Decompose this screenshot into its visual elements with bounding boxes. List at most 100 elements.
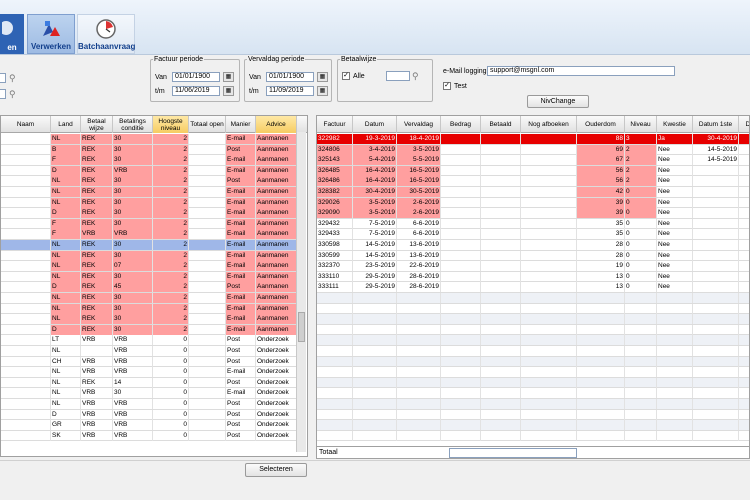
col-datum-1ste[interactable]: Datum 1ste [693, 116, 739, 133]
col-totaal-open[interactable]: Totaal open [189, 116, 226, 133]
debtor-row[interactable]: B REK 30 2 Post Aanmanen [1, 144, 297, 156]
col-dat[interactable]: Dat [739, 116, 749, 133]
test-checkbox[interactable]: ✓ [443, 82, 451, 90]
cell-blank [521, 314, 577, 325]
debtor-row[interactable]: NL VRB VRB 0 Post Onderzoek [1, 399, 297, 410]
col-betalings-conditie[interactable]: Betalings conditie [113, 116, 153, 133]
debtor-row[interactable]: CH VRB VRB 0 Post Onderzoek [1, 356, 297, 368]
debtor-row[interactable]: F REK 30 2 E-mail Aanmanen [1, 155, 297, 166]
debtor-row[interactable]: NL REK 30 2 E-mail Aanmanen [1, 293, 297, 304]
debtor-row[interactable]: NL VRB 0 Post Onderzoek [1, 346, 297, 357]
invoice-row[interactable]: 328382 30-4-2019 30-5-2019 42 0 Nee [317, 187, 749, 198]
calendar-icon[interactable]: ▦ [223, 72, 234, 82]
debtor-row[interactable]: NL VRB 30 0 E-mail Onderzoek [1, 388, 297, 399]
debtor-row[interactable]: NL REK 30 2 E-mail Aanmanen [1, 197, 297, 209]
betaalwijze-input[interactable] [386, 71, 410, 81]
col-factuur[interactable]: Factuur [317, 116, 353, 133]
col-datum[interactable]: Datum [353, 116, 397, 133]
invoice-row[interactable]: 330598 14-5-2019 13-6-2019 28 0 Nee [317, 240, 749, 251]
invoice-row[interactable]: 326486 16-4-2019 16-5-2019 56 2 Nee [317, 176, 749, 187]
verval-van-input[interactable]: 01/01/1900 [266, 72, 314, 82]
cell-d1 [693, 208, 739, 219]
col-advice[interactable]: Advice [256, 116, 297, 133]
vertical-scrollbar[interactable] [296, 132, 306, 452]
calendar-icon[interactable]: ▦ [317, 86, 328, 96]
col-bedrag[interactable]: Bedrag [441, 116, 481, 133]
invoice-row[interactable]: 329433 7-5-2019 6-6-2019 35 0 Nee [317, 229, 749, 240]
partial-input-1[interactable] [0, 73, 6, 83]
invoice-row[interactable]: 332370 23-5-2019 22-6-2019 19 0 Nee [317, 261, 749, 272]
calendar-icon[interactable]: ▦ [317, 72, 328, 82]
email-logging-input[interactable]: support@msgnl.com [487, 66, 675, 76]
invoice-row[interactable]: 322982 19-3-2019 18-4-2019 88 3 Ja 30-4-2019 [317, 134, 749, 145]
calendar-icon[interactable]: ▦ [223, 86, 234, 96]
search-icon[interactable]: ⚲ [9, 73, 19, 83]
partial-input-2[interactable] [0, 89, 6, 99]
factuur-tm-input[interactable]: 11/06/2019 [172, 86, 220, 96]
cell-verval: 28-6-2019 [397, 282, 441, 293]
col-land[interactable]: Land [51, 116, 81, 133]
col-niveau[interactable]: Niveau [625, 116, 657, 133]
debtor-row[interactable]: D REK 45 2 Post Aanmanen [1, 282, 297, 293]
debtor-row[interactable]: F REK 30 2 E-mail Aanmanen [1, 218, 297, 230]
invoice-row[interactable]: 324806 3-4-2019 3-5-2019 69 2 Nee 14-5-2019 [317, 144, 749, 156]
invoice-row[interactable]: 329432 7-5-2019 6-6-2019 35 0 Nee [317, 218, 749, 230]
debtor-row[interactable]: D REK VRB 2 E-mail Aanmanen [1, 165, 297, 177]
col-vervaldag[interactable]: Vervaldag [397, 116, 441, 133]
debtor-row[interactable]: NL REK 30 2 E-mail Aanmanen [1, 271, 297, 283]
col-ouderdom[interactable]: Ouderdom [577, 116, 625, 133]
debtor-row[interactable]: NL REK 30 2 E-mail Aanmanen [1, 187, 297, 198]
debtor-row[interactable]: GR VRB VRB 0 Post Onderzoek [1, 420, 297, 431]
debtor-row[interactable]: NL REK 07 2 E-mail Aanmanen [1, 261, 297, 272]
debtor-row[interactable]: NL VRB VRB 0 E-mail Onderzoek [1, 367, 297, 378]
debtor-row[interactable]: D REK 30 2 E-mail Aanmanen [1, 324, 297, 336]
invoice-row[interactable]: 333111 29-5-2019 28-6-2019 13 0 Nee [317, 282, 749, 293]
selecteren-button[interactable]: Selecteren [245, 463, 307, 477]
debtor-row[interactable]: D REK 30 2 E-mail Aanmanen [1, 208, 297, 219]
alle-checkbox[interactable]: ✓ [342, 72, 350, 80]
debtor-row[interactable]: LT VRB VRB 0 Post Onderzoek [1, 335, 297, 346]
cell-verval [397, 420, 441, 431]
toolbar-partial-button[interactable]: en [0, 14, 24, 54]
debtor-row[interactable]: SK VRB VRB 0 Post Onderzoek [1, 430, 297, 442]
col-naam[interactable]: Naam [1, 116, 51, 133]
debtor-row[interactable]: NL REK 30 2 E-mail Aanmanen [1, 240, 297, 251]
invoice-row[interactable]: 333110 29-5-2019 28-6-2019 13 0 Nee [317, 271, 749, 283]
debtor-row[interactable]: NL REK 30 2 Post Aanmanen [1, 176, 297, 187]
col-nog-afboeken[interactable]: Nog afboeken [521, 116, 577, 133]
debtor-row[interactable]: NL REK 14 0 Post Onderzoek [1, 377, 297, 389]
search-icon[interactable]: ⚲ [412, 71, 422, 81]
cell-verval: 18-4-2019 [397, 134, 441, 144]
debtor-row[interactable]: NL REK 30 2 E-mail Aanmanen [1, 250, 297, 262]
batchaanvraag-button[interactable]: Batchaanvraag [77, 14, 135, 54]
debtor-row[interactable]: NL REK 30 2 E-mail Aanmanen [1, 303, 297, 315]
col-betaalwijze[interactable]: Betaal wijze [81, 116, 113, 133]
col-hoogste-niveau[interactable]: Hoogste niveau [153, 116, 189, 133]
debtor-row[interactable]: NL REK 30 2 E-mail Aanmanen [1, 314, 297, 325]
invoice-row[interactable]: 329026 3-5-2019 2-6-2019 39 0 Nee [317, 197, 749, 209]
verwerken-button[interactable]: Verwerken [27, 14, 75, 54]
search-icon[interactable]: ⚲ [9, 89, 19, 99]
scrollbar-thumb[interactable] [298, 312, 305, 342]
cell-kwestie: Nee [657, 155, 693, 166]
cell-d1 [693, 324, 739, 335]
invoice-row[interactable]: 329090 3-5-2019 2-6-2019 39 0 Nee [317, 208, 749, 219]
invoice-row[interactable]: 330599 14-5-2019 13-6-2019 28 0 Nee [317, 250, 749, 262]
debtor-row[interactable]: F VRB VRB 2 E-mail Aanmanen [1, 229, 297, 240]
verwerken-label: Verwerken [30, 42, 72, 51]
col-kwestie[interactable]: Kwestie [657, 116, 693, 133]
invoice-row[interactable]: 325143 5-4-2019 5-5-2019 67 2 Nee 14-5-2019 [317, 155, 749, 166]
nivchange-button[interactable]: NivChange [527, 95, 589, 108]
factuur-van-input[interactable]: 01/01/1900 [172, 72, 220, 82]
cell-blank [521, 271, 577, 282]
cell-d1 [693, 367, 739, 378]
debtor-row[interactable]: NL REK 30 2 E-mail Aanmanen [1, 134, 297, 145]
invoice-row[interactable]: 326485 16-4-2019 16-5-2019 56 2 Nee [317, 165, 749, 177]
col-manier[interactable]: Manier [226, 116, 256, 133]
cell-niveau: 0 [625, 208, 657, 219]
debtor-row[interactable]: D VRB VRB 0 Post Onderzoek [1, 409, 297, 421]
cell-naam [1, 134, 51, 144]
col-betaald[interactable]: Betaald [481, 116, 521, 133]
verval-tm-input[interactable]: 11/09/2019 [266, 86, 314, 96]
cell-kwestie [657, 367, 693, 378]
